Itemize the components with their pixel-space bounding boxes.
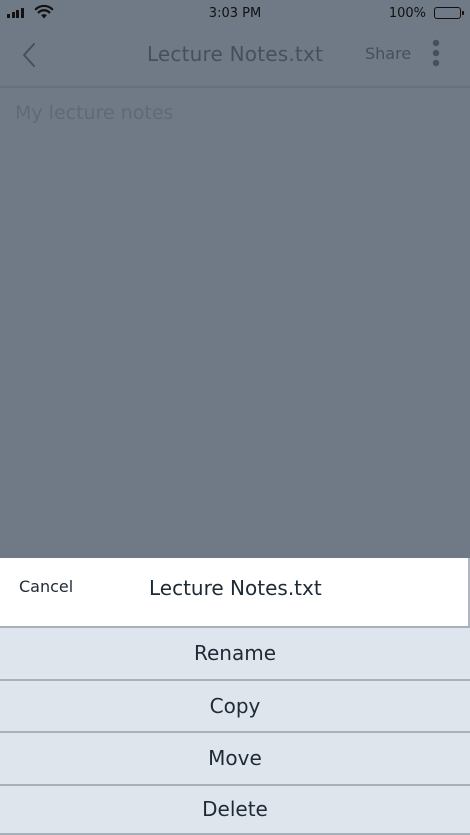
more-options-button[interactable]: [428, 38, 444, 70]
share-button[interactable]: Share: [365, 44, 411, 63]
status-bar: 3:03 PM 100%: [0, 0, 470, 28]
action-sheet-header: Cancel Lecture Notes.txt: [0, 558, 470, 626]
delete-button[interactable]: Delete: [0, 784, 470, 835]
editor-placeholder: My lecture notes: [15, 102, 174, 124]
screen: 3:03 PM 100% Lecture Notes.txt Share My …: [0, 0, 470, 835]
editor-area[interactable]: My lecture notes: [0, 88, 470, 558]
battery-icon: [434, 7, 464, 19]
nav-bar: Lecture Notes.txt Share: [0, 28, 470, 88]
move-button[interactable]: Move: [0, 731, 470, 784]
rename-button[interactable]: Rename: [0, 626, 470, 679]
copy-button[interactable]: Copy: [0, 679, 470, 731]
action-sheet-title: Lecture Notes.txt: [149, 576, 322, 600]
page-title: Lecture Notes.txt: [146, 42, 324, 66]
cancel-button[interactable]: Cancel: [19, 577, 73, 596]
back-button[interactable]: [14, 38, 44, 72]
battery-percentage: 100%: [388, 6, 426, 21]
chevron-left-icon: [23, 43, 35, 67]
vertical-ellipsis-icon: [432, 39, 440, 67]
